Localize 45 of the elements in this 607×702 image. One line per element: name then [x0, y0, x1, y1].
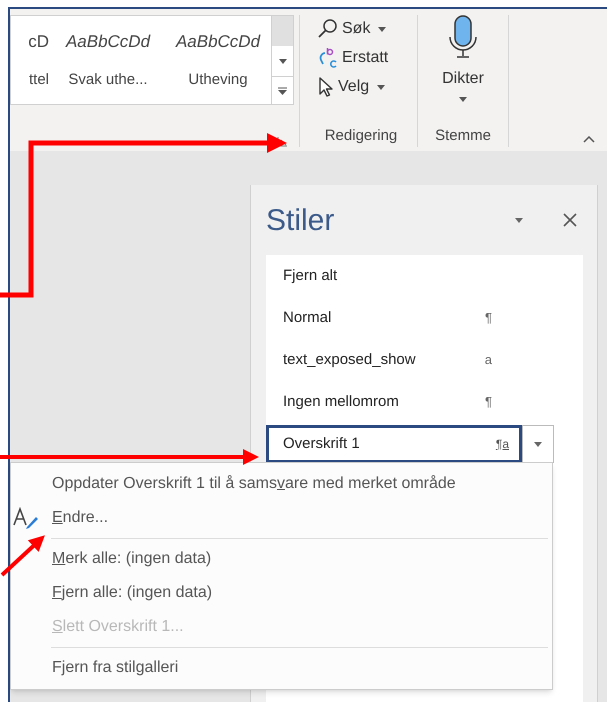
style-marker: ¶	[485, 393, 492, 412]
scroll-down-button[interactable]	[272, 46, 293, 76]
microphone-icon	[447, 15, 479, 61]
caret-icon	[459, 97, 467, 102]
group-label: Stemme	[435, 126, 491, 146]
pane-title: Stiler	[266, 202, 334, 238]
style-marker: ¶a	[496, 436, 509, 453]
style-item[interactable]: Overskrift 1 ¶a	[266, 425, 522, 463]
menu-item[interactable]: Fjern alle: (ingen data)	[11, 576, 552, 610]
style-sample: AaBbCcDd	[66, 31, 150, 53]
style-name[interactable]: Svak uthe...	[68, 68, 148, 91]
style-sample: AaBbCcDd	[176, 31, 260, 53]
search-icon	[317, 18, 339, 40]
caret-icon	[377, 84, 386, 90]
caret-icon	[378, 26, 386, 32]
style-name[interactable]: ttel	[28, 68, 49, 91]
style-item[interactable]: Ingen mellomrom ¶	[266, 381, 554, 423]
menu-item[interactable]: Oppdater Overskrift 1 til å samsvare med merket område	[11, 467, 552, 501]
pane-options-icon	[515, 218, 523, 222]
collapse-ribbon-icon[interactable]	[583, 136, 595, 143]
annotation-arrow	[0, 535, 45, 576]
menu-item[interactable]: Fjern fra stilgalleri	[11, 644, 552, 685]
caret-icon	[278, 58, 286, 64]
style-name[interactable]: Utheving	[188, 68, 248, 91]
ribbon-command[interactable]: Søk	[317, 17, 417, 41]
menu-item[interactable]: Merk alle: (ingen data)	[11, 535, 552, 576]
style-marker: ¶	[485, 309, 492, 328]
dialog-launcher-icon[interactable]	[277, 136, 288, 147]
menu-item[interactable]: Endre...	[11, 501, 552, 535]
style-item[interactable]: Normal ¶	[266, 297, 554, 339]
ribbon-command[interactable]: Velg	[317, 75, 417, 99]
style-marker: a	[484, 351, 492, 370]
group-label: Redigering	[324, 126, 398, 146]
ribbon-command[interactable]: Erstatt	[317, 46, 417, 70]
expand-icon	[278, 86, 287, 94]
close-icon[interactable]	[563, 213, 577, 227]
style-item[interactable]: Fjern alt	[266, 255, 554, 297]
caret-icon	[534, 442, 542, 446]
pointer-icon	[317, 76, 335, 98]
gallery-expand-button[interactable]	[272, 76, 293, 104]
style-item[interactable]: text_exposed_show a	[266, 339, 554, 381]
font-edit-icon	[13, 507, 39, 529]
style-sample: cD	[28, 31, 49, 53]
dictate-button[interactable]: Dikter	[442, 15, 484, 102]
replace-icon	[317, 47, 339, 69]
